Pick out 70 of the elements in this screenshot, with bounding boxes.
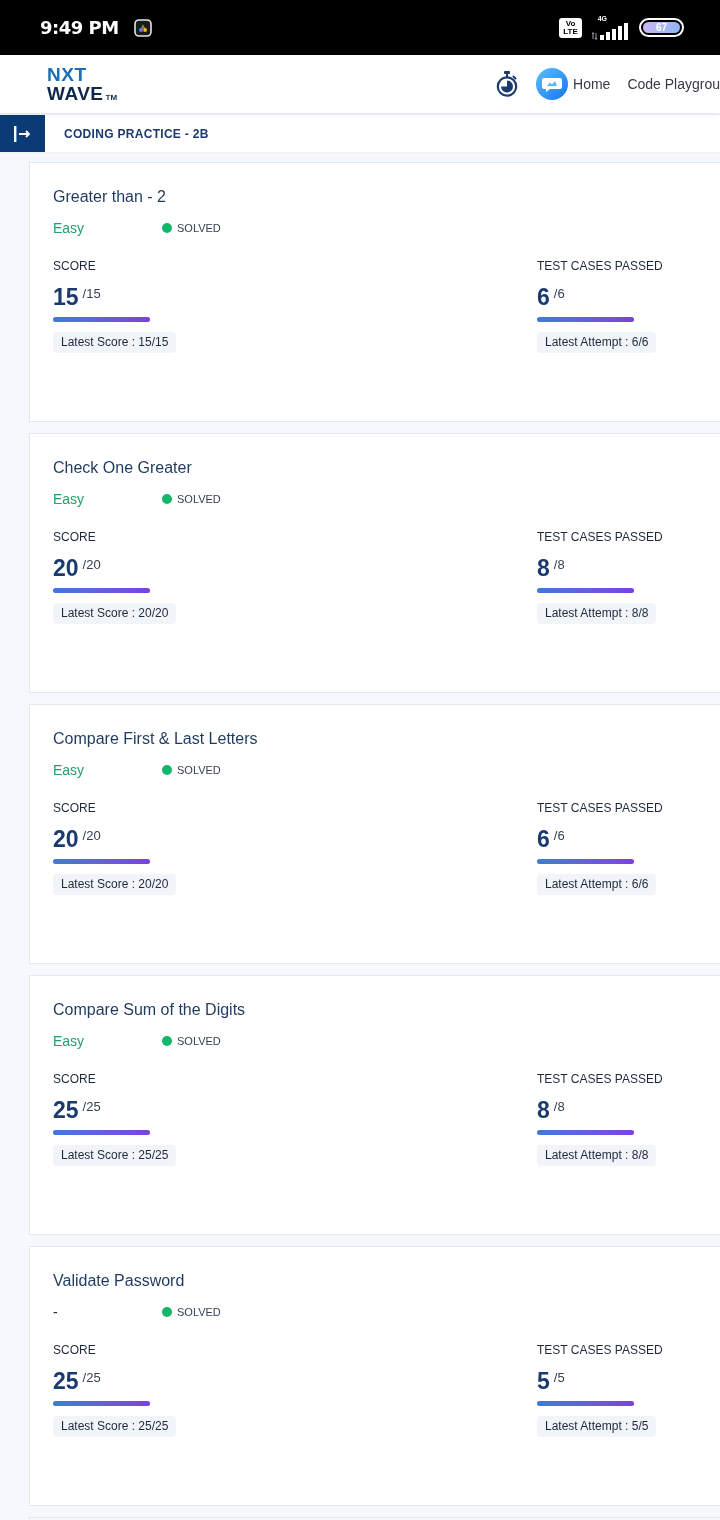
stopwatch-icon[interactable] — [496, 71, 518, 97]
latest-result-tag: Latest Score : 20/20 — [53, 603, 177, 624]
stat-total: /5 — [553, 1370, 565, 1386]
latest-result-tag: Latest Score : 15/15 — [53, 332, 177, 353]
signal-icon — [592, 23, 629, 40]
status-label: SOLVED — [177, 221, 221, 235]
difficulty-label: Easy — [53, 220, 85, 236]
latest-result-tag: Latest Score : 25/25 — [53, 1416, 177, 1437]
app-notification-icon — [133, 18, 152, 37]
stat-value: 20 — [53, 554, 79, 582]
difficulty-label: Easy — [53, 491, 85, 507]
volte-indicator: Vo LTE — [559, 17, 582, 38]
sidebar-toggle-button[interactable] — [0, 115, 45, 152]
difficulty-label: Easy — [53, 1033, 85, 1049]
stat-value: 6 — [537, 283, 550, 311]
status-label: SOLVED — [177, 492, 221, 506]
stat-value: 20 — [53, 825, 79, 853]
page-title: CODING PRACTICE - 2B — [64, 125, 209, 142]
logo-text: NXT — [47, 65, 87, 84]
latest-result-tag: Latest Score : 25/25 — [53, 1145, 177, 1166]
trademark-text: TM — [105, 92, 118, 103]
stat-value: 6 — [537, 825, 550, 853]
nav-link[interactable]: Code Playgrou — [627, 74, 720, 94]
stat-total: /20 — [82, 557, 101, 573]
stat-label: TEST CASES PASSED — [537, 1071, 663, 1087]
stat-value: 8 — [537, 1096, 550, 1124]
stat-value: 25 — [53, 1367, 79, 1395]
expand-sidebar-icon — [14, 125, 31, 142]
latest-result-tag: Latest Attempt : 6/6 — [537, 874, 657, 895]
status-time: 9:49 PM — [40, 16, 119, 39]
stat-label: TEST CASES PASSED — [537, 258, 663, 274]
stat-value: 25 — [53, 1096, 79, 1124]
stat-label: TEST CASES PASSED — [537, 1342, 663, 1358]
stat-value: 5 — [537, 1367, 550, 1395]
latest-result-tag: Latest Score : 20/20 — [53, 874, 177, 895]
status-label: SOLVED — [177, 763, 221, 777]
problem-title: Greater than - 2 — [53, 187, 166, 207]
problem-title: Compare Sum of the Digits — [53, 1000, 246, 1020]
nav-link[interactable]: Home — [573, 74, 611, 94]
battery-level-text: 67 — [655, 22, 668, 33]
stat-label: SCORE — [53, 1071, 96, 1087]
stat-label: SCORE — [53, 529, 96, 545]
stat-label: SCORE — [53, 258, 96, 274]
stat-label: TEST CASES PASSED — [537, 800, 663, 816]
latest-result-tag: Latest Attempt : 5/5 — [537, 1416, 657, 1437]
latest-result-tag: Latest Attempt : 8/8 — [537, 1145, 657, 1166]
status-label: SOLVED — [177, 1305, 221, 1319]
stat-total: /20 — [82, 828, 101, 844]
problem-title: Check One Greater — [53, 458, 192, 478]
stat-value: 8 — [537, 554, 550, 582]
stat-total: /25 — [82, 1099, 101, 1115]
stat-total: /25 — [82, 1370, 101, 1386]
status-label: SOLVED — [177, 1034, 221, 1048]
logo-text: WAVE — [47, 83, 104, 103]
stat-value: 15 — [53, 283, 79, 311]
latest-result-tag: Latest Attempt : 6/6 — [537, 332, 657, 353]
stat-total: /6 — [553, 286, 565, 302]
stat-total: /8 — [553, 557, 565, 573]
difficulty-label: - — [53, 1304, 58, 1320]
stat-total: /8 — [553, 1099, 565, 1115]
chat-bubble-icon[interactable] — [536, 68, 568, 100]
stat-label: SCORE — [53, 800, 96, 816]
stat-total: /15 — [82, 286, 101, 302]
stat-label: TEST CASES PASSED — [537, 529, 663, 545]
difficulty-label: Easy — [53, 762, 85, 778]
latest-result-tag: Latest Attempt : 8/8 — [537, 603, 657, 624]
problem-title: Compare First & Last Letters — [53, 729, 258, 749]
stat-total: /6 — [553, 828, 565, 844]
problem-title: Validate Password — [53, 1271, 185, 1291]
stat-label: SCORE — [53, 1342, 96, 1358]
